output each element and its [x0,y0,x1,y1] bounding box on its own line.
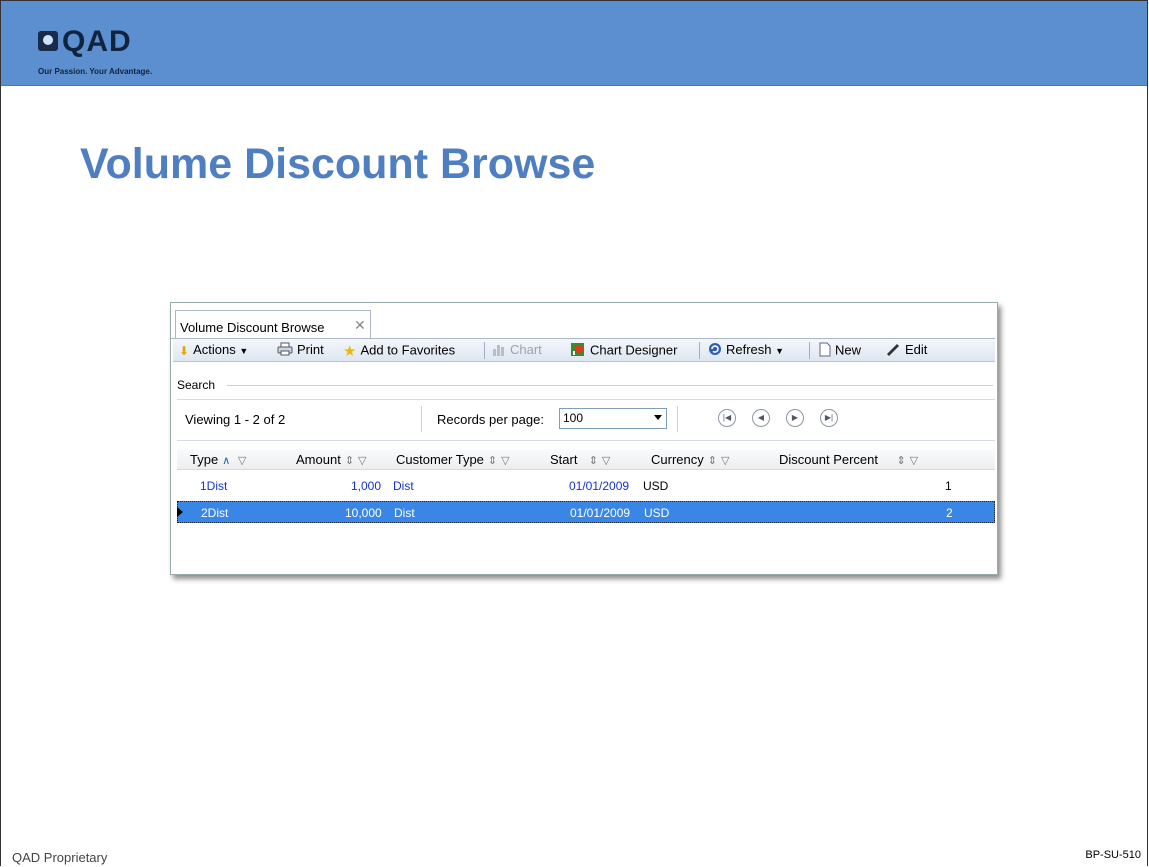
chevron-down-icon [654,415,662,420]
new-label: New [835,342,862,358]
new-document-icon [819,342,831,360]
actions-button[interactable]: ⬇ Actions ▼ [179,342,248,358]
new-button[interactable]: New [819,342,861,360]
column-header-start[interactable]: Start ⇕ ▽ [550,452,610,467]
refresh-button[interactable]: Refresh ▼ [708,342,784,359]
column-header-currency[interactable]: Currency ⇕ ▽ [651,452,729,467]
cell-start[interactable]: 01/01/2009 [570,506,630,520]
column-header-amount[interactable]: Amount ⇕ ▽ [296,452,367,467]
table-row[interactable]: 1Dist 1,000 Dist 01/01/2009 USD 1 [177,475,995,497]
tab-volume-discount-browse[interactable]: Volume Discount Browse ✕ [175,310,371,339]
toolbar: ⬇ Actions ▼ Print ★ Add to Favorites Chart… [173,339,995,362]
cell-type[interactable]: 1Dist [200,479,227,493]
bar-chart-icon [492,343,506,359]
add-to-favorites-button[interactable]: ★ Add to Favorites [343,342,455,360]
filter-icon[interactable]: ▽ [358,455,366,467]
print-button[interactable]: Print [277,342,324,359]
footer-proprietary: QAD Proprietary [12,850,108,865]
header-banner: QAD Our Passion. Your Advantage. [1,1,1147,86]
pager-separator [421,406,422,432]
chart-designer-button[interactable]: Chart Designer [570,342,677,360]
printer-icon [277,342,293,359]
column-header-discount-percent[interactable]: Discount Percent ⇕ ▽ [779,452,918,467]
filter-icon[interactable]: ▽ [501,455,509,467]
pin-icon: ⬇ [179,343,190,358]
search-divider [227,385,993,386]
tab-label: Volume Discount Browse [180,320,325,335]
favorites-label: Add to Favorites [360,342,456,358]
chart-designer-label: Chart Designer [590,342,678,358]
column-label: Amount [296,452,341,467]
records-per-page-select[interactable]: 100 [559,408,667,429]
column-label: Type [190,452,219,467]
print-label: Print [297,342,324,357]
slide-title: Volume Discount Browse [80,140,596,188]
first-page-icon[interactable]: |◀ [718,409,736,427]
cell-discount-percent[interactable]: 1 [945,479,952,493]
chart-label: Chart [510,342,542,357]
footer-code: BP-SU-510 [1085,849,1141,861]
column-label: Customer Type [396,452,484,467]
edit-label: Edit [905,342,928,357]
refresh-icon [708,342,722,359]
filter-icon[interactable]: ▽ [238,455,246,467]
search-section-label[interactable]: Search [177,378,215,392]
toolbar-separator [484,342,485,359]
column-header-customer-type[interactable]: Customer Type ⇕ ▽ [396,452,510,467]
column-header-type[interactable]: Type ∧ ▽ [190,452,246,467]
pager-bar: Viewing 1 - 2 of 2 Records per page: 100… [177,399,995,441]
actions-label: Actions [193,342,236,357]
filter-icon[interactable]: ▽ [721,455,729,467]
grid-header: Type ∧ ▽ Amount ⇕ ▽ Customer Type ⇕ ▽ Start ⇕… [177,449,995,470]
column-label: Currency [651,452,704,467]
next-page-icon[interactable]: ▶ [786,409,804,427]
toolbar-separator [699,342,700,359]
records-per-page-label: Records per page: [437,412,544,427]
cell-amount[interactable]: 1,000 [351,479,381,493]
pencil-icon [885,342,901,359]
cell-start[interactable]: 01/01/2009 [569,479,629,493]
cell-currency[interactable]: USD [643,479,668,493]
filter-icon[interactable]: ▽ [910,455,918,467]
edit-button[interactable]: Edit [885,342,927,359]
table-row-selected[interactable]: 2Dist 10,000 Dist 01/01/2009 USD 2 [177,501,995,523]
cell-customer-type[interactable]: Dist [394,506,415,520]
previous-page-icon[interactable]: ◀ [752,409,770,427]
cell-amount[interactable]: 10,000 [345,506,382,520]
sort-ascending-icon[interactable]: ∧ [222,455,230,467]
dropdown-arrow-icon: ▼ [775,346,785,356]
browse-window: Volume Discount Browse ✕ ⬇ Actions ▼ Prin… [170,302,998,575]
sort-icon[interactable]: ⇕ [345,455,354,467]
sort-icon[interactable]: ⇕ [708,455,717,467]
refresh-label: Refresh [726,342,772,357]
records-per-page-value: 100 [563,411,584,425]
qad-logo-icon [38,31,58,51]
logo-tagline: Our Passion. Your Advantage. [38,67,153,76]
viewing-count: Viewing 1 - 2 of 2 [185,412,286,427]
last-page-icon[interactable]: ▶| [820,409,838,427]
sort-icon[interactable]: ⇕ [896,455,905,467]
star-icon: ★ [343,343,357,360]
sort-icon[interactable]: ⇕ [488,455,497,467]
toolbar-separator [809,342,810,359]
pager-separator [677,406,678,432]
cell-customer-type[interactable]: Dist [393,479,414,493]
dropdown-arrow-icon: ▼ [239,346,249,356]
filter-icon[interactable]: ▽ [602,455,610,467]
cell-type[interactable]: 2Dist [201,506,228,520]
column-label: Start [550,452,578,467]
chart-designer-icon [570,342,586,360]
logo-text: QAD [62,25,132,58]
current-row-arrow-icon [177,507,183,517]
cell-currency[interactable]: USD [644,506,669,520]
cell-discount-percent[interactable]: 2 [946,506,953,520]
sort-icon[interactable]: ⇕ [589,455,598,467]
close-icon[interactable]: ✕ [354,317,366,334]
column-label: Discount Percent [779,452,878,467]
chart-button[interactable]: Chart [492,342,542,359]
